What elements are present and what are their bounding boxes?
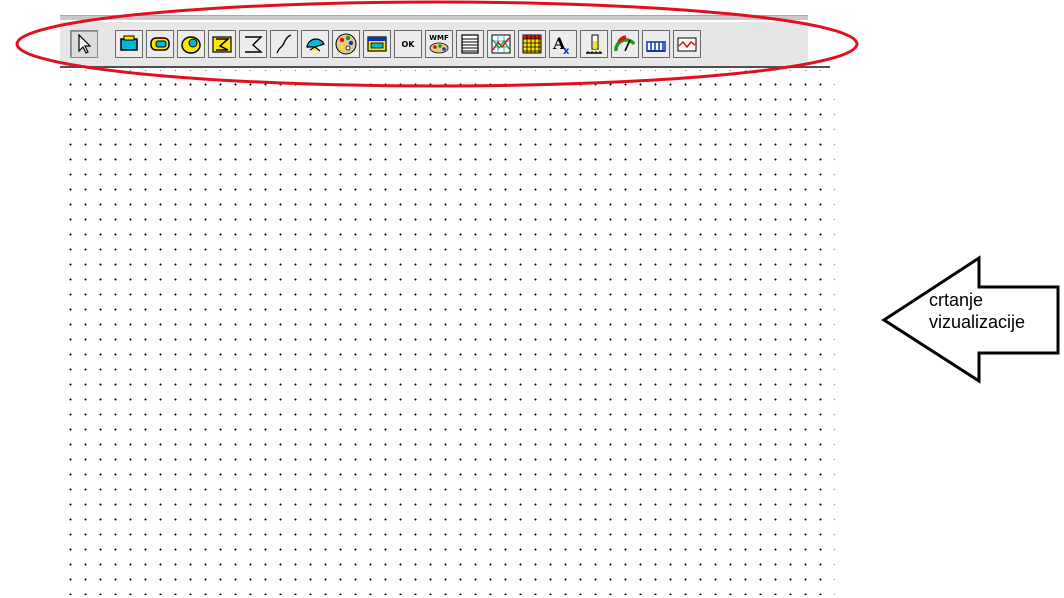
bar-display-icon[interactable]: [580, 30, 608, 58]
toolbar-buttons: OK WMF Ax: [70, 30, 704, 60]
meter-gauge-icon[interactable]: [611, 30, 639, 58]
annotation-line-1: crtanje: [929, 290, 984, 310]
palette-bitmap-icon[interactable]: [332, 30, 360, 58]
pie-tool-icon[interactable]: [301, 30, 329, 58]
wmf-file-icon[interactable]: WMF: [425, 30, 453, 58]
ok-button-icon[interactable]: OK: [394, 30, 422, 58]
table-tool-icon[interactable]: [456, 30, 484, 58]
ok-button-label: OK: [401, 39, 415, 49]
arrow-annotation-text: crtanje vizualizacije: [929, 289, 1025, 333]
activex-icon[interactable]: Ax: [549, 30, 577, 58]
rectangle-tool-icon[interactable]: [115, 30, 143, 58]
wmf-label: WMF: [429, 34, 449, 42]
curve-tool-icon[interactable]: [270, 30, 298, 58]
visualization-window-icon[interactable]: [363, 30, 391, 58]
pointer-arrow-icon[interactable]: [70, 30, 98, 58]
annotation-line-2: vizualizacije: [929, 312, 1026, 332]
histogram-icon[interactable]: [642, 30, 670, 58]
rounded-rectangle-tool-icon[interactable]: [146, 30, 174, 58]
ellipse-tool-icon[interactable]: [177, 30, 205, 58]
array-grid-icon[interactable]: [518, 30, 546, 58]
polyline-tool-icon[interactable]: [239, 30, 267, 58]
polygon-tool-icon[interactable]: [208, 30, 236, 58]
alarm-table-icon[interactable]: [673, 30, 701, 58]
svg-text:x: x: [563, 46, 570, 56]
visualization-drawing-canvas[interactable]: [60, 70, 835, 595]
trend-chart-icon[interactable]: [487, 30, 515, 58]
window-top-strip: [60, 15, 808, 20]
toolbar-divider: [60, 66, 830, 68]
